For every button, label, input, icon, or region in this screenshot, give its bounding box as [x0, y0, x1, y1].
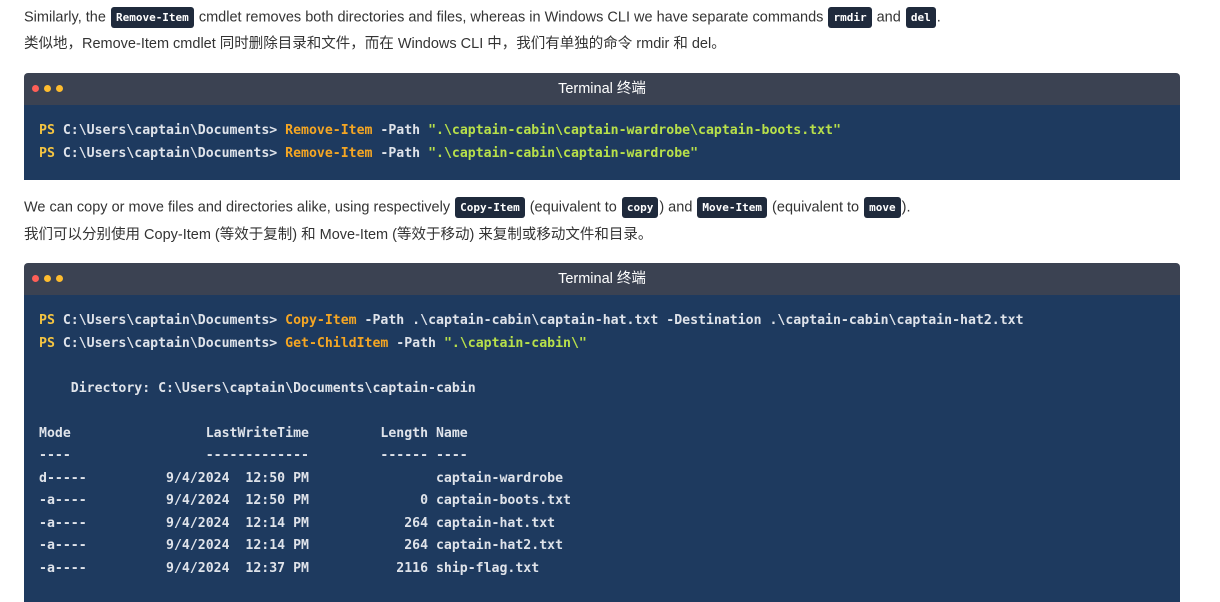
command-name: Remove-Item	[285, 123, 373, 138]
command-string: ".\captain-cabin\"	[443, 335, 587, 351]
prompt-path: C:\Users\captain\Documents>	[54, 145, 286, 161]
terminal-title-bar: Terminal 终端	[24, 263, 1180, 295]
text: (equivalent to	[525, 199, 621, 216]
terminal-remove-item: Terminal 终端 PS C:\Users\captain\Document…	[24, 73, 1180, 180]
command-param: -Path	[372, 123, 429, 138]
text: ).	[901, 199, 911, 216]
text: ) and	[659, 199, 697, 216]
inline-code-copy-item: Copy-Item	[455, 197, 525, 218]
terminal-title: Terminal 终端	[558, 271, 646, 287]
command-param: -Path	[372, 145, 429, 161]
terminal-line: PS C:\Users\captain\Documents> Copy-Item…	[39, 310, 1165, 333]
terminal-title: Terminal 终端	[558, 81, 646, 97]
terminal-line: PS C:\Users\captain\Documents> Remove-It…	[39, 120, 1165, 143]
listing-row: -a---- 9/4/2024 12:37 PM 2116 ship-flag.…	[39, 560, 540, 576]
text: cmdlet removes both directories and file…	[194, 9, 828, 26]
inline-code-remove-item: Remove-Item	[110, 7, 194, 28]
listing-row: -a---- 9/4/2024 12:14 PM 264 captain-hat…	[39, 538, 564, 553]
command-name: Copy-Item	[285, 313, 357, 328]
terminal-copy-item: Terminal 终端 PS C:\Users\captain\Document…	[24, 263, 1180, 602]
paragraph-copy-move-zh: 我们可以分别使用 Copy-Item (等效于复制) 和 Move-Item (…	[24, 227, 653, 243]
inline-code-del: del	[905, 7, 936, 28]
listing-header: Mode LastWriteTime Length Name	[39, 425, 468, 441]
paragraph-copy-move-en: We can copy or move files and directorie…	[24, 197, 911, 218]
terminal-line: PS C:\Users\captain\Documents> Get-Child…	[39, 333, 1165, 356]
directory-line: Directory: C:\Users\captain\Documents\ca…	[39, 380, 476, 396]
text: Similarly, the	[24, 9, 110, 26]
terminal-title-bar: Terminal 终端	[24, 73, 1180, 105]
text: (equivalent to	[768, 199, 864, 216]
inline-code-move: move	[864, 197, 901, 218]
text: .	[936, 9, 941, 26]
paragraph-remove-item-zh: 类似地，Remove-Item cmdlet 同时删除目录和文件，而在 Wind…	[24, 36, 726, 52]
text: We can copy or move files and directorie…	[24, 199, 455, 216]
terminal-body[interactable]: PS C:\Users\captain\Documents> Copy-Item…	[24, 295, 1180, 602]
prompt-ps: PS	[39, 335, 55, 351]
terminal-line: PS C:\Users\captain\Documents> Remove-It…	[39, 143, 1165, 166]
paragraph-remove-item-en: Similarly, the Remove-Item cmdlet remove…	[24, 7, 941, 28]
command-name: Get-ChildItem	[285, 335, 389, 351]
command-name: Remove-Item	[285, 145, 373, 161]
inline-code-move-item: Move-Item	[697, 197, 768, 218]
listing-row: -a---- 9/4/2024 12:50 PM 0 captain-boots…	[39, 493, 571, 508]
terminal-body[interactable]: PS C:\Users\captain\Documents> Remove-It…	[24, 105, 1180, 180]
listing-row: d----- 9/4/2024 12:50 PM captain-wardrob…	[39, 470, 564, 486]
prompt-path: C:\Users\captain\Documents>	[54, 313, 286, 328]
command-param: -Path	[388, 335, 444, 351]
prompt-ps: PS	[39, 145, 55, 161]
prompt-ps: PS	[39, 123, 55, 138]
command-string: ".\captain-cabin\captain-wardrobe\captai…	[428, 123, 841, 138]
prompt-path: C:\Users\captain\Documents>	[54, 335, 286, 351]
command-args: -Path .\captain-cabin\captain-hat.txt -D…	[356, 313, 1024, 328]
prompt-ps: PS	[39, 313, 55, 328]
prompt-path: C:\Users\captain\Documents>	[54, 123, 286, 138]
listing-separator: ---- ------------- ------ ----	[39, 448, 468, 463]
command-string: ".\captain-cabin\captain-wardrobe"	[428, 145, 699, 161]
inline-code-copy: copy	[621, 197, 659, 218]
text: and	[872, 9, 905, 26]
inline-code-rmdir: rmdir	[828, 7, 872, 28]
listing-row: -a---- 9/4/2024 12:14 PM 264 captain-hat…	[39, 515, 556, 531]
